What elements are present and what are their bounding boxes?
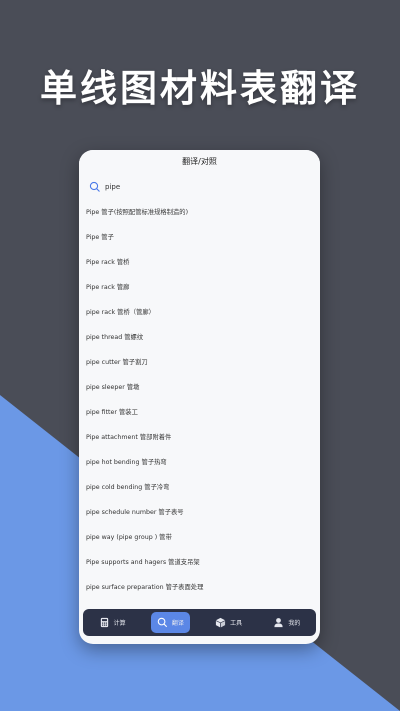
- tab-label: 工具: [230, 620, 243, 627]
- cube-icon: [216, 617, 226, 628]
- user-icon: [274, 618, 283, 628]
- list-item[interactable]: Pipe rack 管廊: [79, 275, 320, 300]
- calculator-icon: [100, 617, 108, 628]
- list-item[interactable]: pipe hot bending 管子热弯: [79, 450, 320, 475]
- results-list: Pipe 管子(按照配管标准规格制造的) Pipe 管子 Pipe rack 管…: [79, 200, 320, 600]
- list-item[interactable]: pipe schedule number 管子表号: [79, 500, 320, 525]
- list-item[interactable]: pipe thread 管螺纹: [79, 325, 320, 350]
- search-icon: [89, 181, 100, 192]
- tab-label: 计算: [113, 620, 126, 627]
- tab-translate[interactable]: 翻译: [150, 612, 190, 633]
- list-item[interactable]: pipe surface preparation 管子表面处理: [79, 575, 320, 600]
- phone-screen: 翻译/对照 Pipe 管子(按照配管标准规格制造的) Pipe 管子 Pipe …: [79, 150, 320, 644]
- list-item[interactable]: pipe way (pipe group ) 管带: [79, 525, 320, 550]
- list-item[interactable]: Pipe supports and hagers 管道支吊架: [79, 550, 320, 575]
- list-item[interactable]: Pipe attachment 管部附着件: [79, 425, 320, 450]
- list-item[interactable]: pipe sleeper 管墩: [79, 375, 320, 400]
- tab-tools[interactable]: 工具: [209, 612, 248, 633]
- list-item[interactable]: pipe rack 管桥（管廊）: [79, 300, 320, 325]
- tab-profile[interactable]: 我的: [267, 612, 306, 633]
- list-item[interactable]: Pipe 管子(按照配管标准规格制造的): [79, 200, 320, 225]
- page-title: 翻译/对照: [79, 150, 320, 174]
- search-input[interactable]: [105, 183, 255, 191]
- search-icon: [157, 617, 167, 628]
- tab-calculate[interactable]: 计算: [93, 612, 132, 633]
- list-item[interactable]: pipe cutter 管子割刀: [79, 350, 320, 375]
- banner-headline: 单线图材料表翻译: [40, 67, 360, 110]
- list-item[interactable]: Pipe rack 管桥: [79, 250, 320, 275]
- list-item[interactable]: Pipe 管子: [79, 225, 320, 250]
- list-item[interactable]: pipe fitter 管装工: [79, 400, 320, 425]
- list-item[interactable]: pipe cold bending 管子冷弯: [79, 475, 320, 500]
- search-bar[interactable]: [79, 174, 320, 200]
- tab-label: 翻译: [171, 620, 184, 627]
- bottom-tab-bar: 计算 翻译 工具 我的: [83, 609, 316, 636]
- tab-label: 我的: [288, 620, 301, 627]
